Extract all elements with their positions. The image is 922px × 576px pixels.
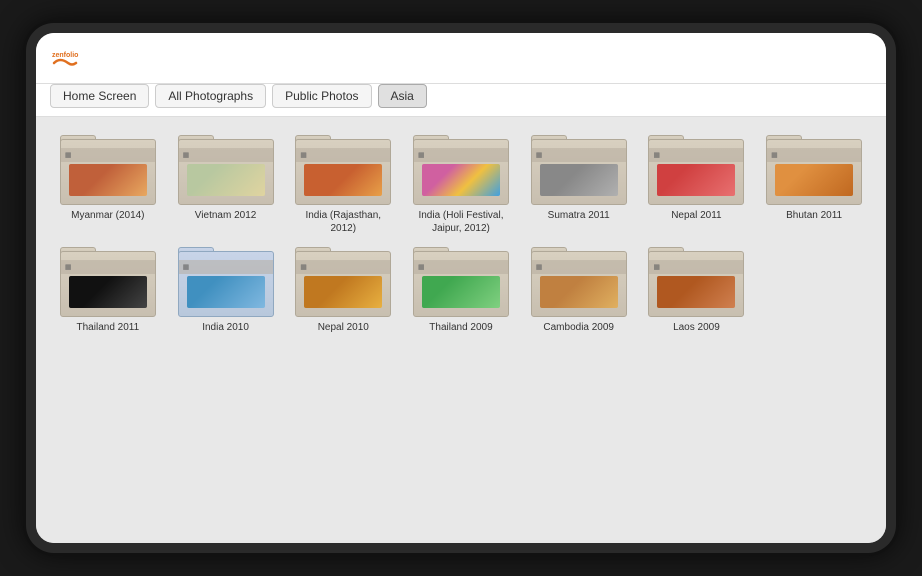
folder-item-bhutan[interactable]: ▦ Bhutan 2011 [764,129,864,235]
tab-public[interactable]: Public Photos [272,84,371,108]
folder-name: Bhutan 2011 [786,209,842,222]
header: zenfolio [36,33,886,84]
folder-body: ▦ [178,139,274,205]
folder-item-cambodia[interactable]: ▦ Cambodia 2009 [529,241,629,334]
folder-label-strip: ▦ [532,148,626,162]
folder-icon: ▦ [295,241,391,317]
folder-icon: ▦ [178,129,274,205]
folder-body: ▦ [648,139,744,205]
folder-name: Thailand 2009 [429,321,492,334]
folder-name: India 2010 [202,321,249,334]
folder-label-strip: ▦ [767,148,861,162]
folder-thumb [657,276,735,308]
folder-name: Myanmar (2014) [71,209,144,222]
folder-label-strip: ▦ [414,260,508,274]
folder-name: Sumatra 2011 [548,209,610,222]
nav-tabs: Home ScreenAll PhotographsPublic Photos A… [36,84,886,117]
folder-label-strip: ▦ [649,148,743,162]
folder-name: Cambodia 2009 [543,321,614,334]
more-menu-icon[interactable] [864,43,872,51]
folder-icon: ▦ [531,129,627,205]
folder-body: ▦ [531,251,627,317]
folder-icon: ▦ [60,129,156,205]
folder-label-strip: ▦ [296,260,390,274]
folder-icon: ▦ [60,241,156,317]
folder-thumb [187,164,265,196]
folder-item-vietnam[interactable]: ▦ Vietnam 2012 [176,129,276,235]
tab-asia[interactable]: Asia [378,84,427,108]
folder-item-thailand2009[interactable]: ▦ Thailand 2009 [411,241,511,334]
folder-item-nepal2011[interactable]: ▦ Nepal 2011 [646,129,746,235]
folder-body: ▦ [295,251,391,317]
folder-item-india-holi[interactable]: ▦ India (Holi Festival, Jaipur, 2012) [411,129,511,235]
folder-icon: ▦ [648,241,744,317]
folder-thumb [69,164,147,196]
folder-thumb [304,276,382,308]
folder-label-strip: ▦ [414,148,508,162]
folder-label-strip: ▦ [296,148,390,162]
folder-item-thailand2011[interactable]: ▦ Thailand 2011 [58,241,158,334]
folder-item-laos[interactable]: ▦ Laos 2009 [646,241,746,334]
folder-item-india-raj[interactable]: ▦ India (Rajasthan, 2012) [293,129,393,235]
folder-body: ▦ [413,251,509,317]
folder-icon: ▦ [531,241,627,317]
folder-label-strip: ▦ [179,260,273,274]
folder-item-nepal2010[interactable]: ▦ Nepal 2010 [293,241,393,334]
tab-photographs[interactable]: All Photographs [155,84,266,108]
folder-body: ▦ [178,251,274,317]
folder-icon: ▦ [648,129,744,205]
folder-name: India (Rajasthan, 2012) [295,209,391,235]
folder-body: ▦ [648,251,744,317]
folder-name: Thailand 2011 [77,321,140,334]
header-left: zenfolio [50,43,88,75]
folder-name: Nepal 2011 [671,209,721,222]
folder-icon: ▦ [413,241,509,317]
folder-icon: ▦ [766,129,862,205]
folder-name: Laos 2009 [673,321,720,334]
content-area: ▦ Myanmar (2014) ▦ Vietnam 2012 ▦ [36,117,886,543]
screen: zenfolio Home ScreenAll PhotographsPubli… [36,33,886,543]
folder-name: Vietnam 2012 [195,209,257,222]
folder-icon: ▦ [178,241,274,317]
folder-icon: ▦ [413,129,509,205]
folder-thumb [540,276,618,308]
folder-item-india2010[interactable]: ▦ India 2010 [176,241,276,334]
folder-thumb [422,276,500,308]
tab-home[interactable]: Home Screen [50,84,149,108]
device-frame: zenfolio Home ScreenAll PhotographsPubli… [26,23,896,553]
folder-thumb [657,164,735,196]
folder-item-myanmar[interactable]: ▦ Myanmar (2014) [58,129,158,235]
folder-name: Nepal 2010 [318,321,369,334]
folder-grid: ▦ Myanmar (2014) ▦ Vietnam 2012 ▦ [52,129,870,334]
folder-body: ▦ [295,139,391,205]
folder-body: ▦ [766,139,862,205]
folder-thumb [540,164,618,196]
folder-thumb [69,276,147,308]
folder-body: ▦ [60,251,156,317]
folder-icon: ▦ [295,129,391,205]
folder-name: India (Holi Festival, Jaipur, 2012) [413,209,509,235]
folder-label-strip: ▦ [179,148,273,162]
folder-label-strip: ▦ [61,260,155,274]
folder-thumb [187,276,265,308]
folder-label-strip: ▦ [532,260,626,274]
folder-body: ▦ [60,139,156,205]
folder-item-sumatra[interactable]: ▦ Sumatra 2011 [529,129,629,235]
svg-text:zenfolio: zenfolio [52,52,78,59]
folder-thumb [775,164,853,196]
folder-body: ▦ [531,139,627,205]
zenfolio-logo: zenfolio [50,45,80,75]
folder-thumb [422,164,500,196]
folder-label-strip: ▦ [61,148,155,162]
folder-thumb [304,164,382,196]
folder-label-strip: ▦ [649,260,743,274]
folder-body: ▦ [413,139,509,205]
